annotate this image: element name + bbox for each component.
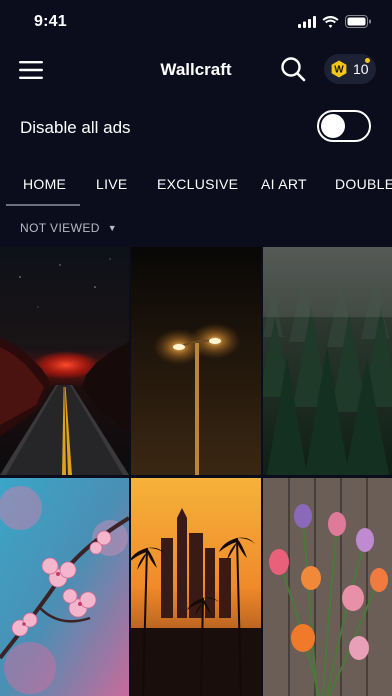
search-button[interactable] bbox=[279, 55, 307, 83]
caret-down-icon: ▼ bbox=[107, 223, 117, 233]
tab-exclusive[interactable]: EXCLUSIVE bbox=[157, 176, 238, 192]
wallpaper-tile[interactable] bbox=[131, 478, 261, 696]
tab-ai-art[interactable]: AI ART bbox=[261, 176, 307, 192]
toggle-knob bbox=[321, 114, 345, 138]
active-tab-indicator bbox=[6, 204, 80, 206]
wallpaper-tile[interactable] bbox=[263, 247, 392, 475]
wallpaper-tile[interactable] bbox=[0, 247, 129, 475]
status-bar: 9:41 bbox=[0, 0, 392, 46]
wallpaper-misty-forest bbox=[263, 247, 392, 475]
filter-label: NOT VIEWED bbox=[20, 221, 100, 235]
wifi-icon bbox=[322, 15, 339, 28]
coin-icon: W bbox=[330, 60, 348, 78]
wallpaper-cherry-blossom bbox=[0, 478, 129, 696]
disable-ads-toggle[interactable] bbox=[317, 110, 371, 142]
status-icons bbox=[298, 15, 372, 28]
tab-home[interactable]: HOME bbox=[23, 176, 66, 192]
cellular-signal-icon bbox=[298, 15, 316, 28]
wallpaper-street-lamp bbox=[131, 247, 261, 475]
app-header: Wallcraft W 10 bbox=[0, 46, 392, 94]
disable-ads-label: Disable all ads bbox=[20, 118, 131, 137]
wallpaper-road-sunset bbox=[0, 247, 129, 475]
filter-dropdown[interactable]: NOT VIEWED ▼ bbox=[20, 219, 117, 237]
tab-live[interactable]: LIVE bbox=[96, 176, 128, 192]
status-time: 9:41 bbox=[34, 13, 67, 30]
wallpaper-tile[interactable] bbox=[131, 247, 261, 475]
coin-balance-button[interactable]: W 10 bbox=[324, 54, 376, 84]
coin-count: 10 bbox=[353, 61, 369, 77]
category-tabs: HOME LIVE EXCLUSIVE AI ART DOUBLE bbox=[0, 166, 392, 206]
wallpaper-tulips bbox=[263, 478, 392, 696]
coin-letter: W bbox=[334, 65, 344, 76]
battery-icon bbox=[345, 15, 371, 28]
search-icon bbox=[281, 57, 306, 82]
notification-dot bbox=[365, 58, 370, 63]
wallpaper-city-sunset bbox=[131, 478, 261, 696]
tab-double[interactable]: DOUBLE bbox=[335, 176, 392, 192]
wallpaper-tile[interactable] bbox=[263, 478, 392, 696]
disable-ads-row: Disable all ads bbox=[0, 106, 392, 150]
wallpaper-grid bbox=[0, 247, 392, 696]
wallpaper-tile[interactable] bbox=[0, 478, 129, 696]
